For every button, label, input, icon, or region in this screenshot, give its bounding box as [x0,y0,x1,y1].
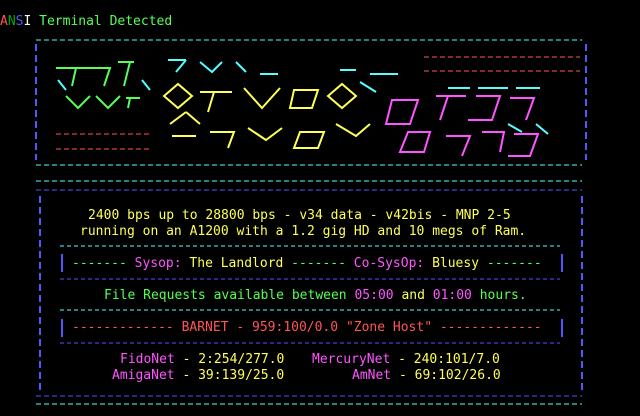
barnet-dash: ------------- [439,320,542,335]
net-amnet: AmNet - 69:102/26.0 [352,368,501,384]
info-line-2: running on an A1200 with a 1.2 gig HD an… [80,224,527,239]
barnet-dash: ------------- [72,320,174,335]
net-addr: 240:101/7.0 [413,352,500,367]
net-addr: 39:139/25.0 [198,368,285,383]
logo-green-letters [56,61,140,110]
net-sep: - [398,368,415,383]
cosysop-label: Co-SysOp: [353,256,425,271]
net-mercurynet: MercuryNet - 240:101/7.0 [312,352,500,368]
freq-hours: hours. [479,288,527,303]
barnet-text: BARNET - 959:100/0.0 "Zone Host" [181,320,433,335]
net-name: FidoNet [120,352,175,367]
sysop-dash: ------- [486,256,542,271]
net-sep: - [398,352,414,367]
sysop-label: Sysop: [134,256,182,271]
net-name: AmigaNet [112,368,175,383]
info-line-1: 2400 bps up to 28800 bps - v34 data - v4… [88,208,511,223]
freq-time-start: 05:00 [354,288,394,303]
freq-time-end: 01:00 [432,288,472,303]
barnet-line: ------------- BARNET - 959:100/0.0 "Zone… [72,320,542,336]
file-requests-line: File Requests available between 05:00 an… [104,288,527,304]
logo-cyan-lower [448,87,549,135]
sysop-dash: ------- [291,256,346,271]
freq-text: File Requests available between [104,288,347,303]
net-fidonet: FidoNet - 2:254/277.0 [120,352,284,368]
net-amiganet: AmigaNet - 39:139/25.0 [112,368,284,384]
sysop-line: ------- Sysop: The Landlord ------- Co-S… [72,256,542,272]
net-addr: 2:254/277.0 [198,352,285,367]
net-name: MercuryNet [312,352,391,367]
net-name: AmNet [352,368,392,383]
net-addr: 69:102/26.0 [414,368,501,383]
net-sep: - [182,368,199,383]
logo-yellow-letters [162,82,371,149]
sysop-dash: ------- [72,256,127,271]
logo-magenta-letters [384,95,540,157]
freq-and: and [401,288,425,303]
cosysop-name: Bluesy [432,256,480,271]
sysop-name: The Landlord [189,256,284,271]
net-sep: - [182,352,199,367]
